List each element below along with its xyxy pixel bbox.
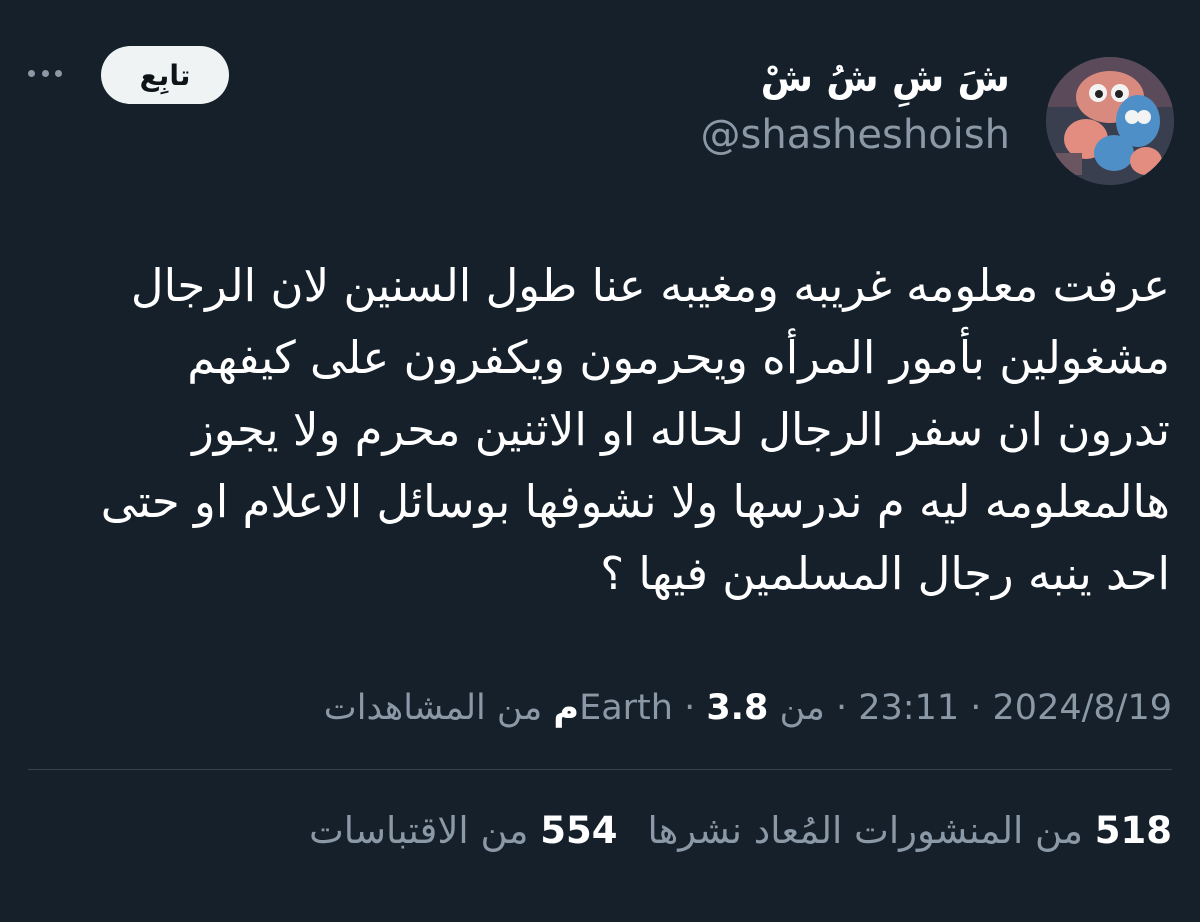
avatar[interactable] <box>1046 57 1174 185</box>
dot <box>28 69 35 77</box>
follow-button[interactable]: تابِع <box>101 46 229 104</box>
meta-separator: · <box>824 688 859 728</box>
views-label: من المشاهدات <box>323 688 554 728</box>
author-handle[interactable]: @shasheshoish <box>701 110 1010 160</box>
reposts-link[interactable]: 518 من المنشورات المُعاد نشرها <box>647 809 1172 852</box>
tweet-date[interactable]: 2024/8/19 <box>993 688 1172 728</box>
meta-separator: · <box>672 688 707 728</box>
meta-separator: · <box>959 688 993 728</box>
tweet-time[interactable]: 23:11 <box>858 688 959 728</box>
dot <box>55 69 62 77</box>
quotes-link[interactable]: 554 من الاقتباسات <box>309 809 618 852</box>
tweet-meta: 2024/8/19 · 23:11 · من Earth · 3.8م من ا… <box>22 680 1172 736</box>
author-display-name[interactable]: شَ شِ شُ شْ <box>761 54 1010 102</box>
tweet-text: عرفت معلومه غريبه ومغيبه عنا طول السنين … <box>100 259 1170 600</box>
more-horizontal-icon[interactable] <box>28 66 62 80</box>
tweet-card: شَ شِ شُ شْ @shasheshoish تابِع عرفت معل… <box>0 0 1200 922</box>
dot <box>41 69 49 77</box>
divider <box>28 769 1172 770</box>
quotes-label: من الاقتباسات <box>308 809 541 852</box>
quotes-count: 554 <box>540 809 618 852</box>
reposts-label: من المنشورات المُعاد نشرها <box>647 809 1095 852</box>
reposts-count: 518 <box>1094 809 1172 852</box>
cartoon-avatar-icon <box>1046 57 1174 185</box>
tweet-stats: 518 من المنشورات المُعاد نشرها 554 من الا… <box>22 803 1172 859</box>
